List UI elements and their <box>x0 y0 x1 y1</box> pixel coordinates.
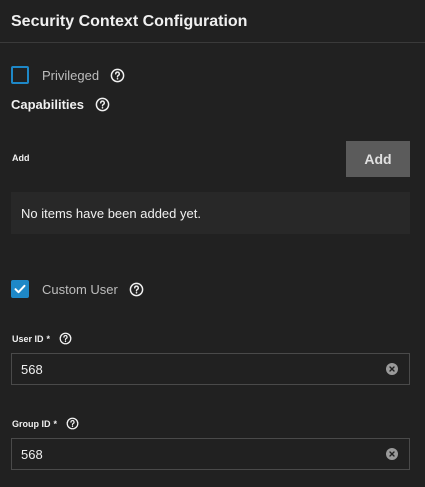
security-context-panel: Security Context Configuration Privilege… <box>0 0 425 487</box>
user-id-label-row: User ID * <box>12 332 72 345</box>
user-id-label: User ID <box>12 333 44 344</box>
group-id-label-row: Group ID * <box>12 417 79 430</box>
help-icon[interactable] <box>110 68 125 83</box>
capabilities-add-label: Add <box>12 153 30 163</box>
group-id-value[interactable]: 568 <box>21 447 43 462</box>
section-title: Security Context Configuration <box>11 13 248 30</box>
empty-message: No items have been added yet. <box>21 205 201 221</box>
title-divider <box>0 42 425 43</box>
clear-icon[interactable] <box>386 448 398 460</box>
help-icon[interactable] <box>59 332 72 345</box>
user-id-field[interactable]: 568 <box>11 353 410 385</box>
help-icon[interactable] <box>129 282 144 297</box>
add-button[interactable]: Add <box>346 141 410 177</box>
privileged-checkbox[interactable] <box>11 66 29 84</box>
help-icon[interactable] <box>66 417 79 430</box>
privileged-row: Privileged <box>11 66 125 84</box>
capabilities-header: Capabilities <box>11 97 110 112</box>
custom-user-row: Custom User <box>11 280 144 298</box>
help-icon[interactable] <box>95 97 110 112</box>
custom-user-label: Custom User <box>42 281 118 297</box>
capabilities-list: No items have been added yet. <box>11 192 410 234</box>
group-id-field[interactable]: 568 <box>11 438 410 470</box>
capabilities-title: Capabilities <box>11 97 84 112</box>
check-icon <box>14 284 26 294</box>
custom-user-checkbox[interactable] <box>11 280 29 298</box>
user-id-value[interactable]: 568 <box>21 362 43 377</box>
required-marker: * <box>46 333 51 344</box>
required-marker: * <box>53 418 58 429</box>
group-id-label: Group ID <box>12 418 51 429</box>
privileged-label: Privileged <box>42 67 100 83</box>
clear-icon[interactable] <box>386 363 398 375</box>
